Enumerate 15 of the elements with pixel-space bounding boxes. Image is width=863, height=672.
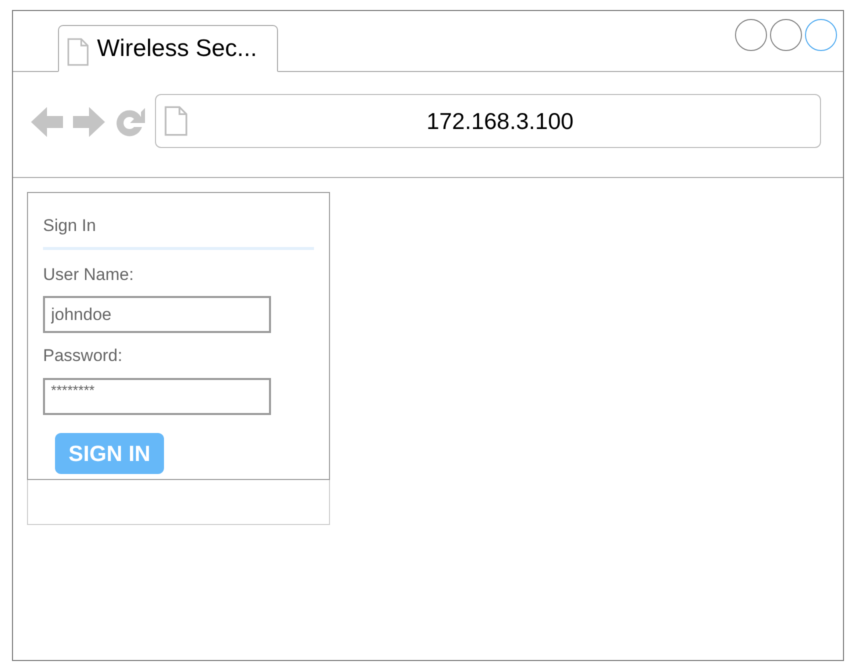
window-control-button[interactable] xyxy=(770,19,802,51)
page-icon xyxy=(67,38,89,66)
back-arrow-icon[interactable] xyxy=(29,104,65,140)
field-label: Password: xyxy=(43,345,124,367)
browser-tab[interactable]: Wireless Sec... xyxy=(58,25,278,72)
tab-title: Wireless Sec... xyxy=(97,34,258,64)
panel-heading: Sign In xyxy=(43,213,314,250)
url-text: 172.168.3.100 xyxy=(425,106,575,136)
window-control-button[interactable] xyxy=(805,19,837,51)
field-label: User Name: xyxy=(43,264,135,286)
forward-arrow-icon[interactable] xyxy=(71,104,107,140)
page-icon xyxy=(164,106,188,136)
password-field[interactable]: ******** xyxy=(43,378,271,414)
address-bar[interactable]: 172.168.3.100 xyxy=(155,94,821,148)
window-control-button[interactable] xyxy=(735,19,767,51)
